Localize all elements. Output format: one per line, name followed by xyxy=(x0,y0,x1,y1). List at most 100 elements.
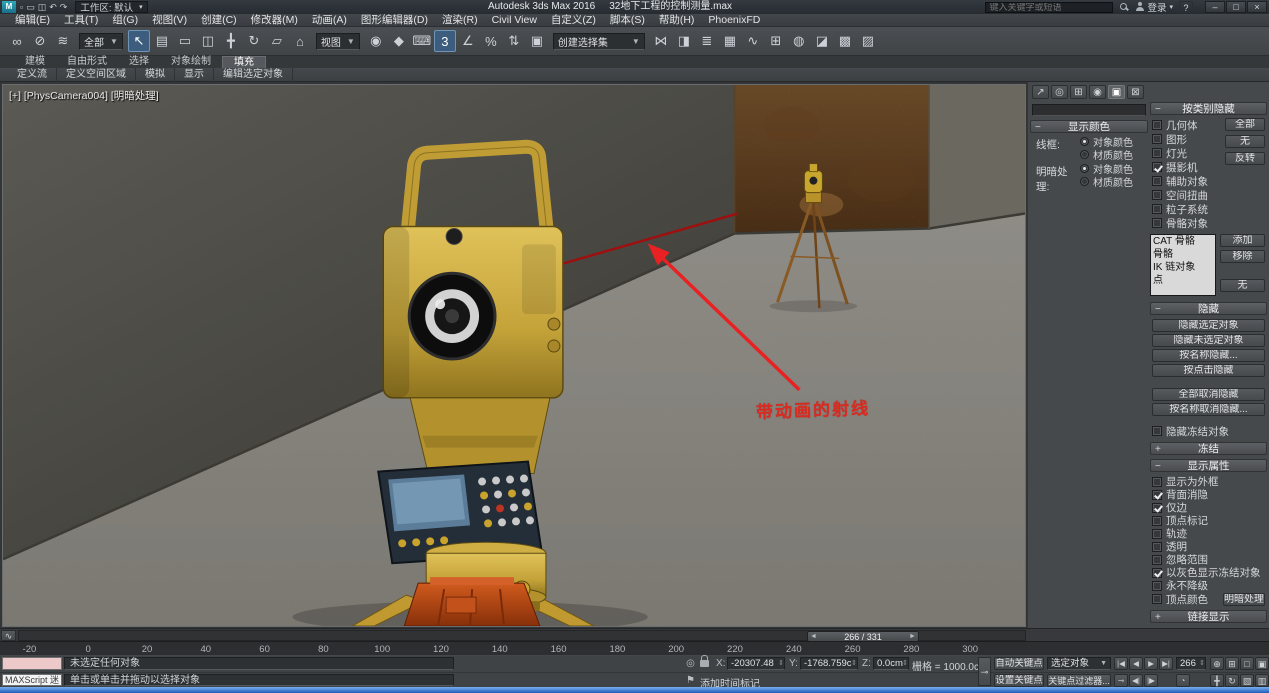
restore-icon[interactable]: □ xyxy=(1226,1,1246,13)
previous-key-icon[interactable]: ◀| xyxy=(1129,674,1143,687)
unlink-selection-icon[interactable]: ⊘ xyxy=(29,30,51,52)
zoom-region-icon[interactable]: ▧ xyxy=(1240,674,1254,687)
time-tag-icon[interactable]: ⚑ xyxy=(684,674,697,687)
category-checkbox-row[interactable]: 空间扭曲 xyxy=(1150,188,1267,202)
next-frame-arrow-icon[interactable]: ► xyxy=(909,633,916,640)
menu-item[interactable]: 修改器(M) xyxy=(244,14,305,27)
list-item[interactable]: 骨骼 xyxy=(1151,248,1215,261)
select-and-place-icon[interactable]: ⌂ xyxy=(289,30,311,52)
undo-icon[interactable]: ↶ xyxy=(49,1,57,13)
key-filters-button[interactable]: 关键点过滤器... xyxy=(1047,674,1111,687)
material-editor-icon[interactable]: ◍ xyxy=(788,30,810,52)
vertex-color-checkbox-row[interactable]: 顶点颜色 xyxy=(1150,592,1208,606)
mirror-icon[interactable]: ⋈ xyxy=(650,30,672,52)
ribbon-panel-button[interactable]: 模拟 xyxy=(136,67,175,82)
go-to-end-icon[interactable]: ▶| xyxy=(1159,657,1173,670)
key-mode-toggle-icon[interactable]: ⊸ xyxy=(1114,674,1128,687)
selection-region-icon[interactable]: ▭ xyxy=(174,30,196,52)
list-item[interactable]: IK 链对象 xyxy=(1151,261,1215,274)
select-by-name-icon[interactable]: ▤ xyxy=(151,30,173,52)
utilities-tab-icon[interactable]: ⊠ xyxy=(1127,85,1144,99)
shaded-button[interactable]: 明暗处理 xyxy=(1223,592,1265,606)
hide-action-button[interactable]: 按点击隐藏 xyxy=(1152,364,1265,377)
close-icon[interactable]: × xyxy=(1247,1,1267,13)
named-selection-sets-dropdown[interactable]: 创建选择集 ▼ xyxy=(552,32,645,50)
display-tab-icon[interactable]: ▣ xyxy=(1108,85,1125,99)
schematic-view-icon[interactable]: ⊞ xyxy=(765,30,787,52)
time-slider-track[interactable]: ◄ 266 / 331 ► xyxy=(18,630,1026,642)
none-button[interactable]: 无 xyxy=(1220,279,1265,292)
isolate-selection-toggle[interactable]: ◎ xyxy=(684,657,697,670)
rollout-header-link-display[interactable]: + 链接显示 xyxy=(1150,610,1267,623)
wireframe-object-color-radio[interactable]: 对象颜色 xyxy=(1080,136,1133,149)
hide-action-button[interactable]: 按名称取消隐藏... xyxy=(1152,403,1265,416)
ribbon-panel-button[interactable]: 定义空间区域 xyxy=(57,67,136,82)
ribbon-tab[interactable]: 对象绘制 xyxy=(160,56,222,68)
list-edit-button[interactable]: 移除 xyxy=(1220,250,1265,263)
help-button[interactable]: ? xyxy=(1179,1,1193,13)
select-object-icon[interactable]: ↖ xyxy=(127,30,150,52)
edit-named-selection-sets-icon[interactable]: ▣ xyxy=(526,30,548,52)
play-icon[interactable]: ▶ xyxy=(1144,657,1158,670)
shaded-material-color-radio[interactable]: 材质颜色 xyxy=(1080,176,1133,189)
render-setup-icon[interactable]: ◪ xyxy=(811,30,833,52)
hide-action-button[interactable]: 隐藏选定对象 xyxy=(1152,319,1265,332)
graphite-ribbon-icon[interactable]: ▦ xyxy=(719,30,741,52)
current-frame-field[interactable]: 266 xyxy=(1176,657,1206,670)
hide-action-button[interactable]: 全部取消隐藏 xyxy=(1152,388,1265,401)
menu-item[interactable]: 创建(C) xyxy=(194,14,244,27)
reference-coordinate-dropdown[interactable]: 视图 ▼ xyxy=(315,32,360,50)
selection-filter-dropdown[interactable]: 全部 ▼ xyxy=(79,32,123,50)
maxscript-macro-recorder[interactable] xyxy=(2,657,62,670)
percent-snap-icon[interactable]: % xyxy=(480,30,502,52)
menu-item[interactable]: 编辑(E) xyxy=(8,14,57,27)
selection-lock-toggle[interactable] xyxy=(700,655,709,667)
wireframe-material-color-radio[interactable]: 材质颜色 xyxy=(1080,149,1133,162)
select-and-move-icon[interactable]: ╋ xyxy=(220,30,242,52)
select-and-scale-icon[interactable]: ▱ xyxy=(266,30,288,52)
ribbon-tab[interactable]: 自由形式 xyxy=(56,56,118,68)
category-checkbox-row[interactable]: 辅助对象 xyxy=(1150,174,1267,188)
list-item[interactable]: 点 xyxy=(1151,274,1215,287)
redo-icon[interactable]: ↷ xyxy=(60,1,68,13)
previous-frame-arrow-icon[interactable]: ◄ xyxy=(810,633,817,640)
track-bar[interactable]: -20 0 20 40 60 80 100 120 140 160 180 200 220 240 260 2… xyxy=(0,641,1269,656)
maxscript-mini-listener[interactable]: MAXScript 迷 xyxy=(2,674,62,686)
maximize-viewport-toggle-icon[interactable]: ▥ xyxy=(1255,674,1269,687)
search-icon[interactable] xyxy=(1119,2,1129,12)
pan-view-icon[interactable]: ╋ xyxy=(1210,674,1224,687)
y-coordinate-field[interactable]: -1768.759c xyxy=(800,657,858,670)
set-key-button[interactable]: 设置关键点 xyxy=(994,674,1044,687)
select-and-link-icon[interactable]: ∞ xyxy=(6,30,28,52)
menu-item[interactable]: PhoenixFD xyxy=(701,14,767,27)
rollout-header-display-properties[interactable]: − 显示属性 xyxy=(1150,459,1267,472)
category-filter-button[interactable]: 全部 xyxy=(1225,118,1265,131)
rendered-frame-window-icon[interactable]: ▩ xyxy=(834,30,856,52)
align-icon[interactable]: ◨ xyxy=(673,30,695,52)
viewport[interactable]: [+] [PhysCamera004] [明暗处理] 带动画的射线 xyxy=(2,84,1026,627)
select-and-rotate-icon[interactable]: ↻ xyxy=(243,30,265,52)
angle-snap-icon[interactable]: ∠ xyxy=(457,30,479,52)
rollout-header-display-color[interactable]: − 显示颜色 xyxy=(1030,120,1148,133)
sign-in-button[interactable]: 登录 ▾ xyxy=(1135,0,1173,14)
key-filter-dropdown[interactable]: 选定对象 ▼ xyxy=(1047,657,1111,670)
orbit-icon[interactable]: ↻ xyxy=(1225,674,1239,687)
motion-tab-icon[interactable]: ◉ xyxy=(1089,85,1106,99)
ribbon-panel-button[interactable]: 定义流 xyxy=(8,67,57,82)
list-item[interactable]: CAT 骨骼 xyxy=(1151,235,1215,248)
app-logo-icon[interactable]: M xyxy=(2,1,16,13)
modify-tab-icon[interactable]: ◎ xyxy=(1051,85,1068,99)
new-scene-icon[interactable]: ▫ xyxy=(20,1,23,13)
hide-action-button[interactable]: 按名称隐藏... xyxy=(1152,349,1265,362)
bone-object-list[interactable]: CAT 骨骼 骨骼 IK 链对象点 xyxy=(1150,234,1216,296)
ribbon-tab[interactable]: 选择 xyxy=(118,56,160,68)
display-property-checkbox-row[interactable]: 永不降级 xyxy=(1150,579,1267,592)
menu-item[interactable]: 组(G) xyxy=(105,14,145,27)
mini-curve-editor-button[interactable]: ∿ xyxy=(1,630,16,641)
menu-item[interactable]: 动画(A) xyxy=(305,14,354,27)
zoom-extents-all-icon[interactable]: ▣ xyxy=(1255,657,1269,670)
category-filter-button[interactable]: 反转 xyxy=(1225,152,1265,165)
viewport-label[interactable]: [+] [PhysCamera004] [明暗处理] xyxy=(9,88,159,103)
menu-item[interactable]: 工具(T) xyxy=(57,14,105,27)
auto-key-button[interactable]: 自动关键点 xyxy=(994,657,1044,670)
